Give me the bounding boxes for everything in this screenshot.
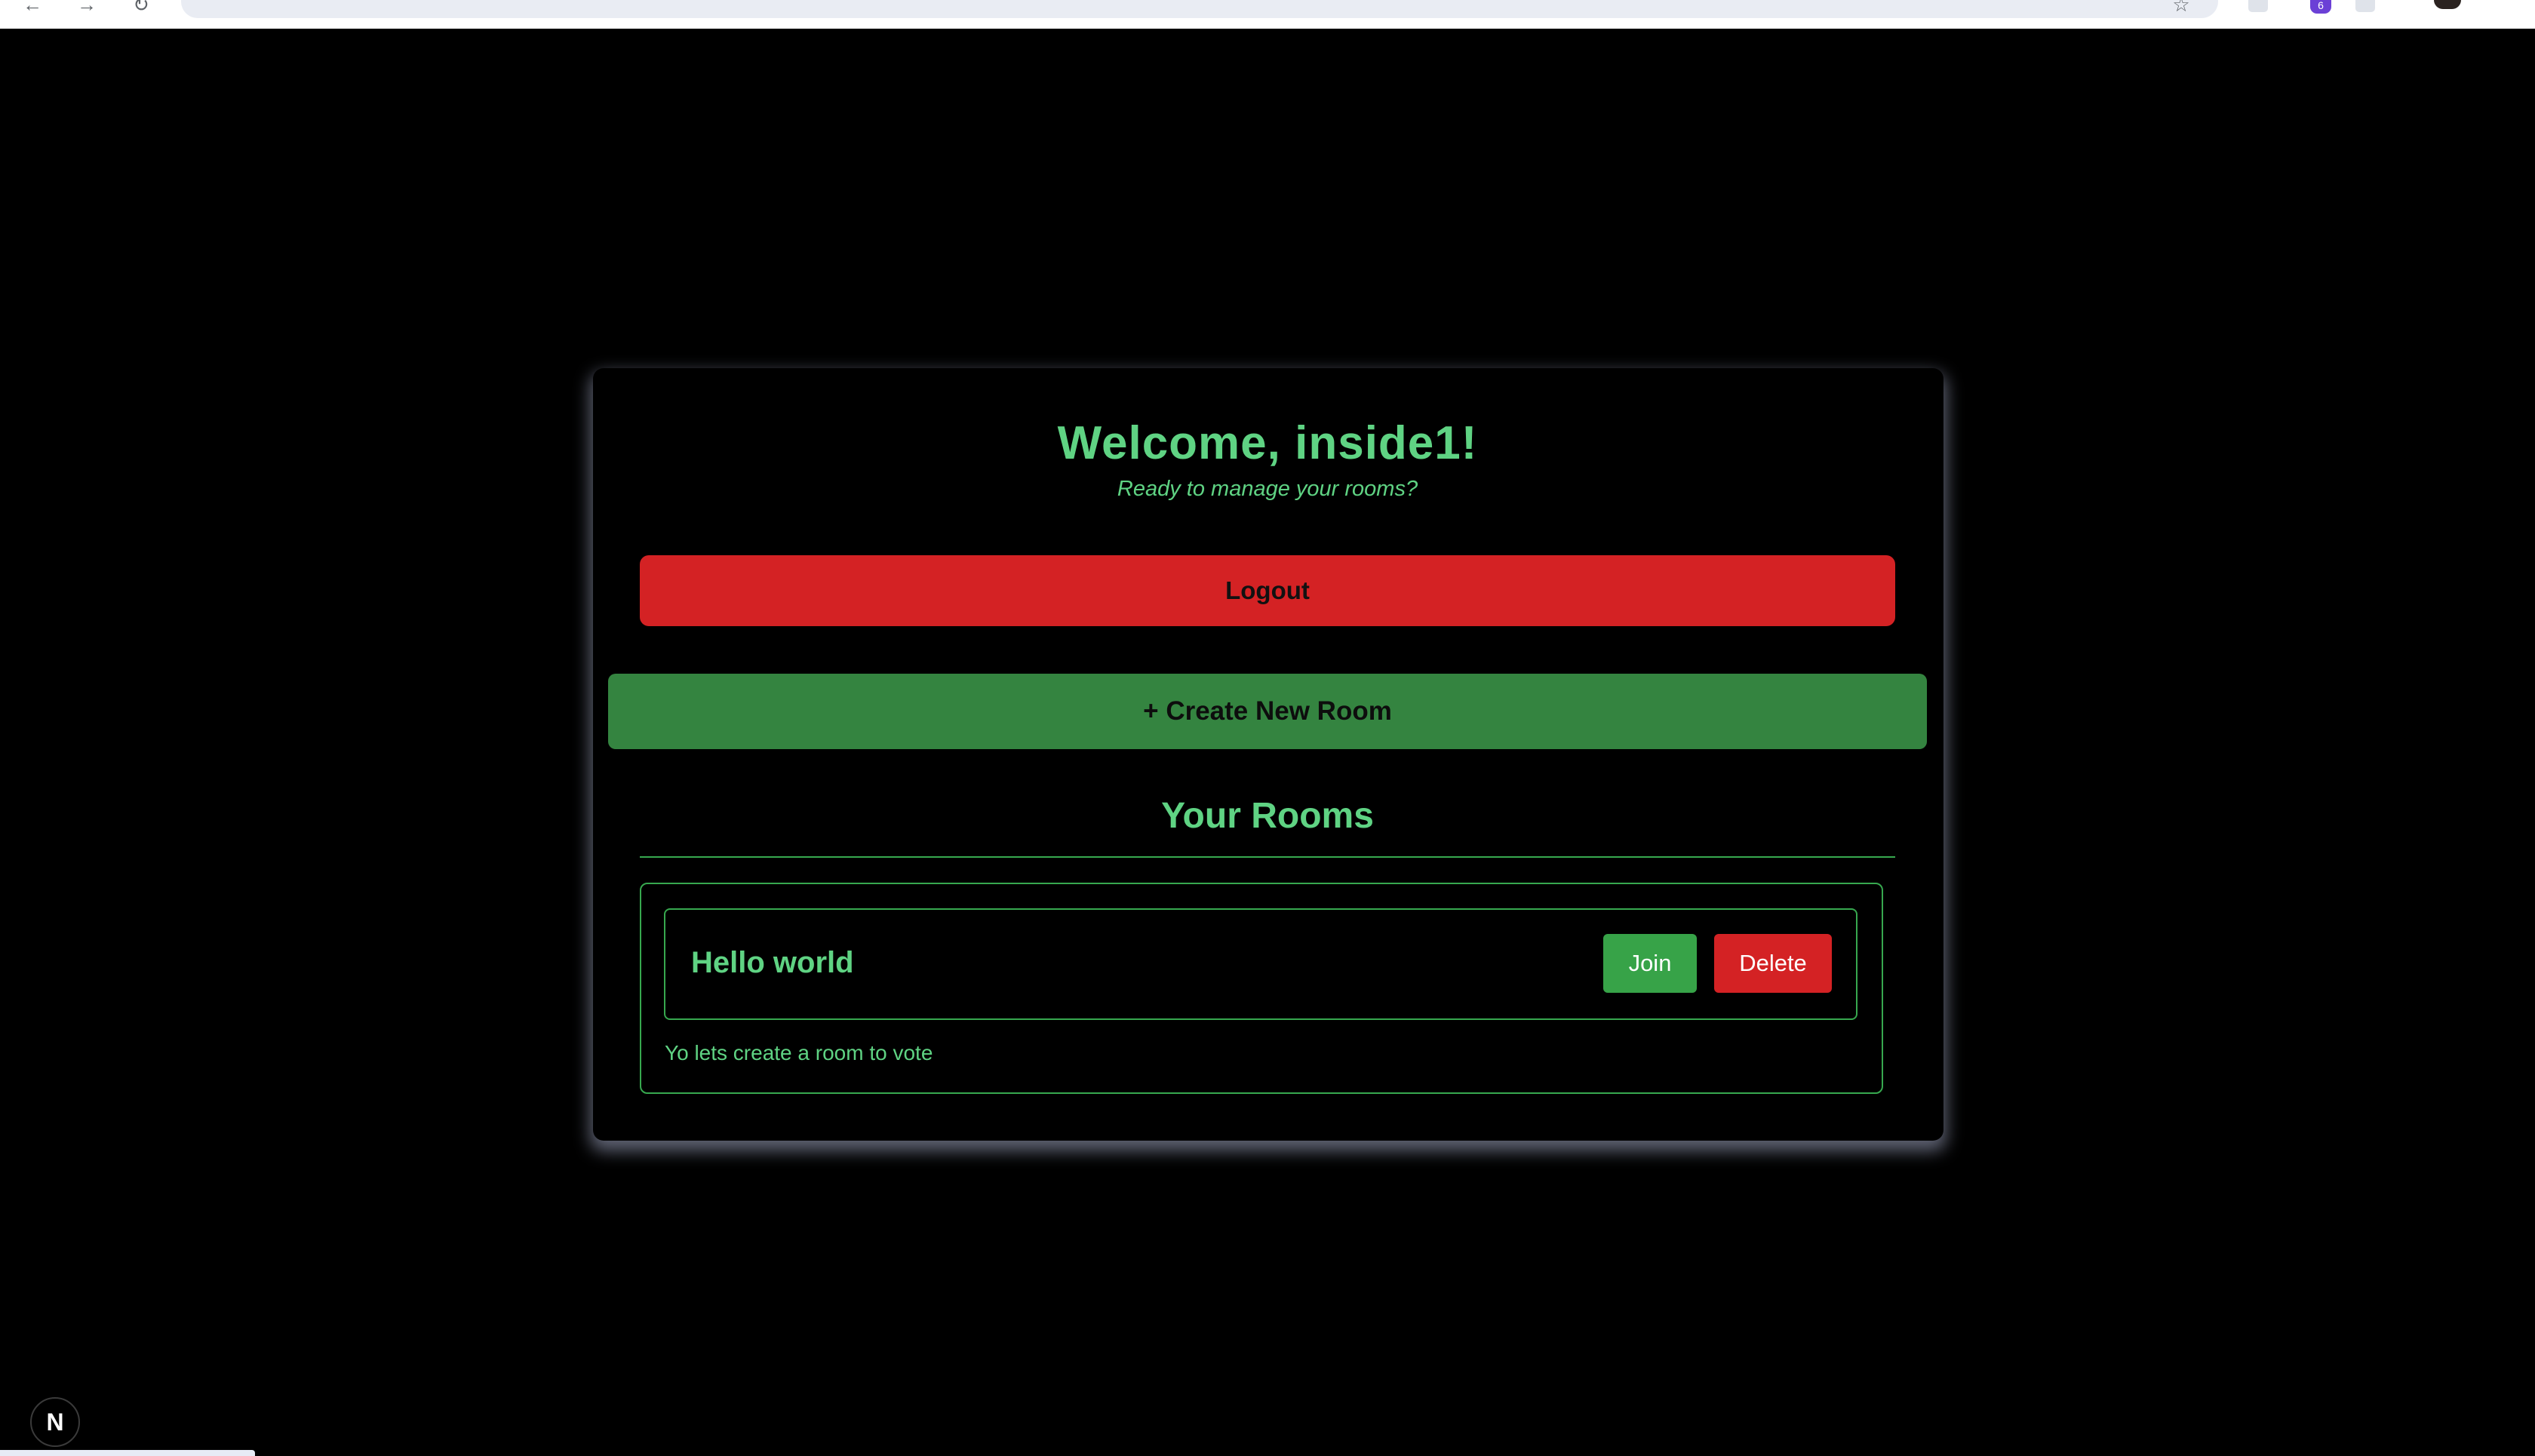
logout-button[interactable]: Logout: [640, 555, 1895, 626]
profile-avatar-icon[interactable]: [2434, 0, 2461, 9]
delete-room-button[interactable]: Delete: [1714, 934, 1832, 993]
page-loading-bar: [0, 1450, 255, 1456]
welcome-heading: Welcome, inside1!: [1057, 417, 1478, 469]
rooms-divider: [640, 856, 1895, 858]
nextjs-dev-indicator-icon[interactable]: N: [30, 1397, 80, 1447]
browser-toolbar: ← → ↻ ☆ 6: [0, 0, 2535, 29]
reload-icon[interactable]: ↻: [130, 0, 152, 14]
join-room-button[interactable]: Join: [1603, 934, 1697, 993]
bookmark-star-icon[interactable]: ☆: [2170, 0, 2192, 14]
forward-arrow-icon[interactable]: →: [75, 0, 98, 14]
room-description: Yo lets create a room to vote: [665, 1041, 933, 1064]
rooms-section-heading: Your Rooms: [1161, 796, 1374, 836]
create-room-button[interactable]: + Create New Room: [608, 674, 1927, 749]
sidebar-toggle-icon[interactable]: [2355, 0, 2375, 12]
extension-badge-icon[interactable]: 6: [2310, 0, 2331, 14]
extension-icon[interactable]: [2248, 0, 2268, 12]
welcome-subtitle: Ready to manage your rooms?: [1117, 477, 1418, 501]
address-bar[interactable]: [181, 0, 2218, 18]
back-arrow-icon[interactable]: ←: [21, 0, 44, 14]
room-name: Hello world: [691, 946, 854, 979]
